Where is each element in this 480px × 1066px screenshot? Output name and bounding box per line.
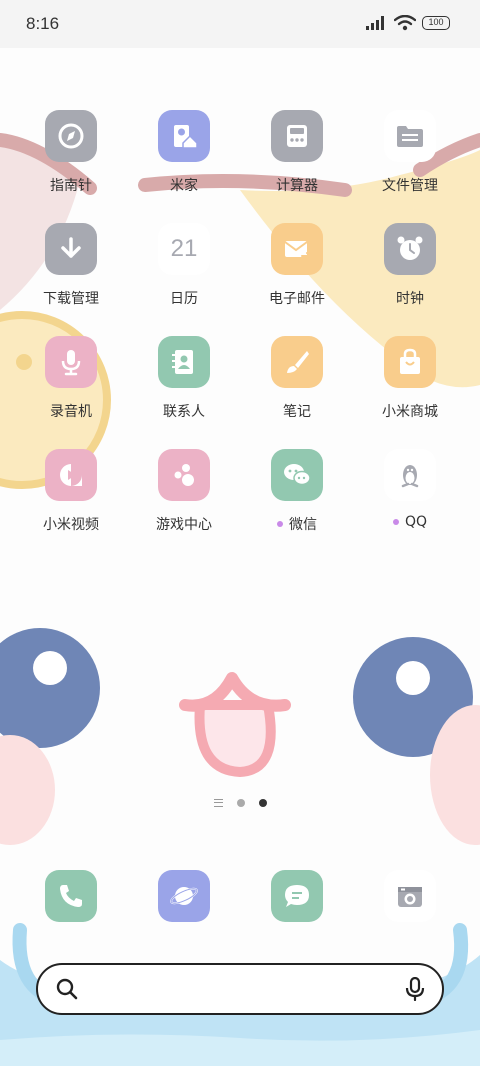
app-label: 录音机 bbox=[50, 404, 92, 420]
dock-messages[interactable] bbox=[247, 870, 347, 922]
app-clock[interactable]: 时钟 bbox=[360, 223, 460, 323]
page-dot[interactable] bbox=[236, 799, 245, 807]
app-label: 文件管理 bbox=[382, 178, 438, 194]
clock-icon bbox=[384, 223, 436, 275]
camera-icon bbox=[384, 870, 436, 922]
wechat-icon bbox=[271, 449, 323, 501]
browser-planet-icon bbox=[158, 870, 210, 922]
dock-phone[interactable] bbox=[21, 870, 121, 922]
phone-icon bbox=[45, 870, 97, 922]
app-label: 下载管理 bbox=[43, 291, 99, 307]
page-dot-active[interactable] bbox=[258, 799, 267, 807]
app-label: QQ bbox=[392, 514, 428, 530]
app-mi-video[interactable]: 小米视频 bbox=[21, 449, 121, 549]
status-time: 8:16 bbox=[26, 14, 60, 33]
app-label: 游戏中心 bbox=[156, 517, 212, 533]
voice-search-mic-icon[interactable] bbox=[404, 977, 426, 1001]
app-label: 小米视频 bbox=[43, 517, 99, 533]
app-wechat[interactable]: 微信 bbox=[247, 449, 347, 549]
email-icon bbox=[271, 223, 323, 275]
dock-browser[interactable] bbox=[134, 870, 234, 922]
mijia-icon bbox=[158, 110, 210, 162]
signal-icon bbox=[366, 16, 384, 30]
app-notes[interactable]: 笔记 bbox=[247, 336, 347, 436]
app-mi-store[interactable]: 小米商城 bbox=[360, 336, 460, 436]
app-contacts[interactable]: 联系人 bbox=[134, 336, 234, 436]
notification-dot bbox=[277, 521, 283, 527]
app-label: 计算器 bbox=[276, 178, 318, 194]
search-icon[interactable] bbox=[56, 978, 78, 1000]
app-qq[interactable]: QQ bbox=[360, 449, 460, 549]
folder-icon bbox=[384, 110, 436, 162]
minus-one-screen-indicator[interactable] bbox=[213, 799, 223, 807]
app-label-text: QQ bbox=[404, 514, 428, 530]
app-calculator[interactable]: 计算器 bbox=[247, 110, 347, 210]
brush-icon bbox=[271, 336, 323, 388]
status-icons: 100 bbox=[366, 15, 450, 31]
app-mijia[interactable]: 米家 bbox=[134, 110, 234, 210]
messages-icon bbox=[271, 870, 323, 922]
page-indicator bbox=[0, 796, 480, 810]
search-input[interactable] bbox=[90, 973, 390, 1005]
app-label: 小米商城 bbox=[382, 404, 438, 420]
download-icon bbox=[45, 223, 97, 275]
game-center-icon bbox=[158, 449, 210, 501]
compass-icon bbox=[45, 110, 97, 162]
app-download-manager[interactable]: 下载管理 bbox=[21, 223, 121, 323]
notification-dot bbox=[392, 519, 399, 525]
status-bar: 8:16 100 bbox=[0, 0, 480, 50]
video-play-icon bbox=[45, 449, 97, 501]
wifi-icon bbox=[394, 15, 416, 31]
calculator-icon bbox=[271, 110, 323, 162]
app-game-center[interactable]: 游戏中心 bbox=[134, 449, 234, 549]
app-label: 日历 bbox=[170, 291, 198, 307]
app-compass[interactable]: 指南针 bbox=[21, 110, 121, 210]
app-file-manager[interactable]: 文件管理 bbox=[360, 110, 460, 210]
microphone-icon bbox=[45, 336, 97, 388]
search-bar[interactable] bbox=[36, 963, 444, 1015]
app-recorder[interactable]: 录音机 bbox=[21, 336, 121, 436]
app-label: 指南针 bbox=[50, 178, 92, 194]
qq-penguin-icon bbox=[384, 449, 436, 501]
app-label: 时钟 bbox=[396, 291, 424, 307]
calendar-icon: 21 bbox=[158, 223, 210, 275]
dock-camera[interactable] bbox=[360, 870, 460, 922]
app-calendar[interactable]: 21 日历 bbox=[134, 223, 234, 323]
app-label: 电子邮件 bbox=[269, 291, 325, 307]
app-label: 微信 bbox=[277, 514, 317, 534]
app-label: 米家 bbox=[170, 178, 198, 194]
battery-icon: 100 bbox=[422, 16, 450, 30]
app-email[interactable]: 电子邮件 bbox=[247, 223, 347, 323]
app-label-text: 微信 bbox=[289, 517, 317, 533]
shopping-bag-icon bbox=[384, 336, 436, 388]
app-label: 联系人 bbox=[163, 404, 205, 420]
calendar-date: 21 bbox=[170, 235, 198, 262]
app-label: 笔记 bbox=[283, 404, 311, 420]
contacts-icon bbox=[158, 336, 210, 388]
